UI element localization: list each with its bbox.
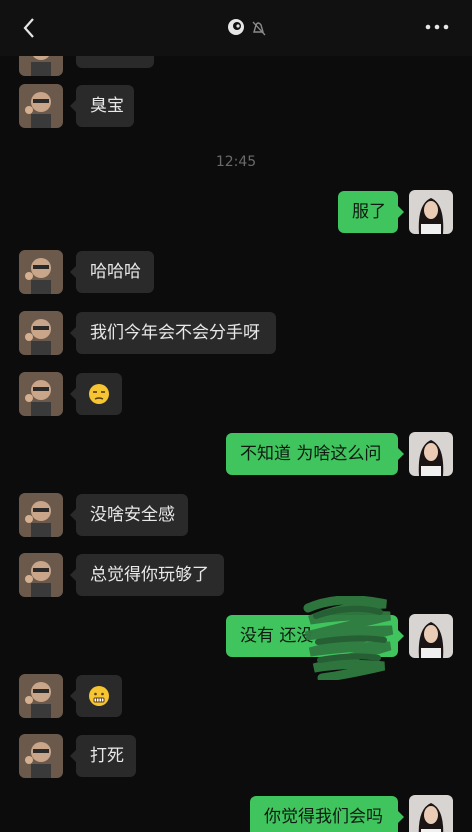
grimacing-face-icon — [89, 686, 109, 706]
incoming-message-bubble[interactable]: 打死 — [70, 735, 136, 777]
my-avatar[interactable] — [409, 795, 453, 832]
contact-avatar[interactable] — [19, 250, 63, 294]
incoming-message-bubble[interactable]: 臭宝 — [70, 85, 134, 127]
contact-avatar[interactable] — [19, 734, 63, 778]
incoming-message-bubble[interactable]: 哈哈哈 — [70, 251, 154, 293]
chat-title-icons — [228, 19, 266, 36]
message-text: 不知道 为啥这么问 — [240, 444, 382, 464]
message-text: 你觉得我们会吗 — [264, 807, 383, 827]
contact-avatar[interactable] — [19, 674, 63, 718]
my-avatar[interactable] — [409, 432, 453, 476]
unamused-face-icon — [89, 384, 109, 404]
message-text: 哈哈哈 — [90, 262, 141, 282]
incoming-message-bubble[interactable] — [70, 373, 122, 415]
message-text: 我们今年会不会分手呀 — [90, 323, 260, 343]
more-dots-icon[interactable] — [424, 20, 450, 34]
message-text: 打死 — [90, 746, 124, 766]
message-text: 总觉得你玩够了 — [90, 565, 209, 585]
chevron-left-icon[interactable] — [18, 16, 42, 40]
contact-avatar[interactable] — [19, 493, 63, 537]
contact-avatar[interactable] — [19, 372, 63, 416]
outgoing-message-bubble[interactable]: 你觉得我们会吗 — [250, 796, 404, 832]
message-text: 没啥安全感 — [90, 505, 175, 525]
swirl-icon — [228, 19, 244, 35]
timestamp: 12:45 — [215, 154, 257, 170]
message-text: 臭宝 — [90, 96, 124, 116]
incoming-message-bubble[interactable]: 我们今年会不会分手呀 — [70, 312, 276, 354]
outgoing-message-bubble[interactable]: 不知道 为啥这么问 — [226, 433, 404, 475]
contact-avatar[interactable] — [19, 553, 63, 597]
my-avatar[interactable] — [409, 614, 453, 658]
incoming-message-bubble[interactable]: 没啥安全感 — [70, 494, 188, 536]
incoming-message-bubble[interactable]: 总觉得你玩够了 — [70, 554, 224, 596]
chat-header — [0, 0, 472, 56]
muted-bell-icon — [252, 21, 266, 36]
incoming-message-bubble[interactable] — [70, 675, 122, 717]
contact-avatar[interactable] — [19, 311, 63, 355]
contact-avatar[interactable] — [19, 84, 63, 128]
chat-screen: 臭宝 服了 哈哈哈 我们今年会不会分手呀 不知道 为啥这么问 没啥安全感 总觉得你玩够了 没有… — [0, 0, 472, 832]
my-avatar[interactable] — [409, 190, 453, 234]
outgoing-message-bubble[interactable]: 服了 — [338, 191, 404, 233]
redaction-scribble — [303, 596, 394, 680]
message-text: 服了 — [352, 202, 386, 222]
